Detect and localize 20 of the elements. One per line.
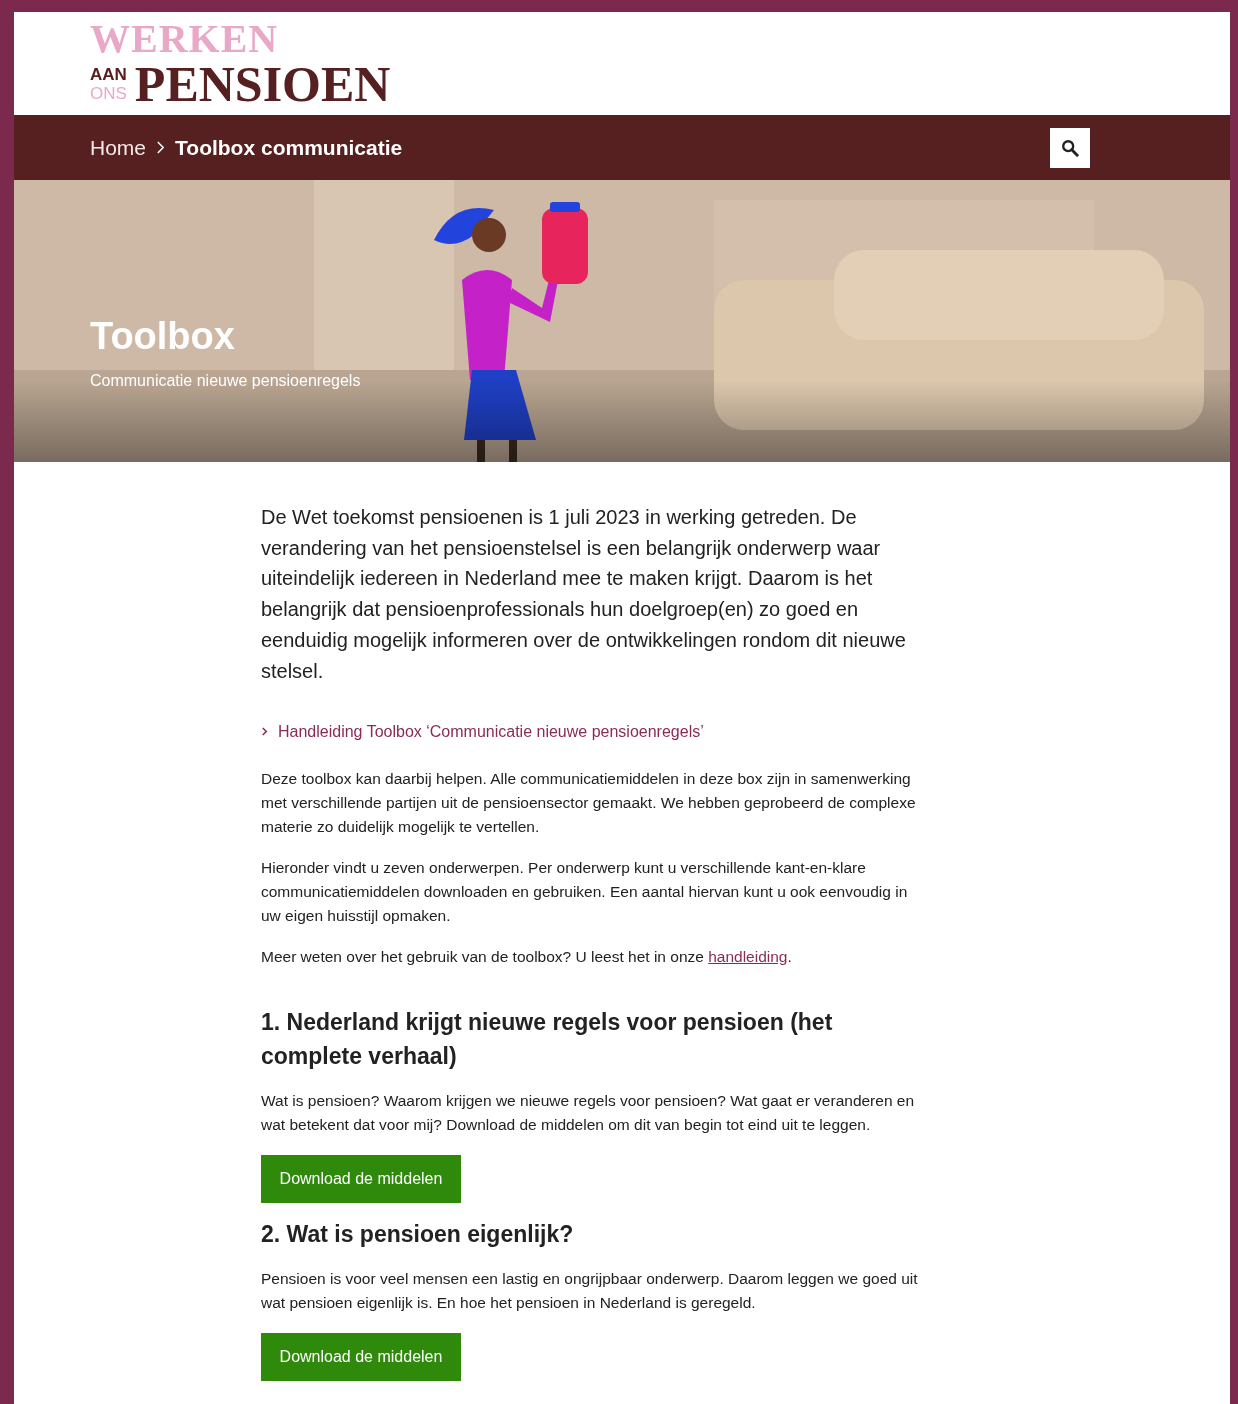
- topic-description: Pensioen is voor veel mensen een lastig en ongrijpbaar onderwerp. Daarom leggen we goed uit wat pensioen eigenlijk is. En hoe het pensioen in Nederland is geregeld.: [261, 1268, 919, 1313]
- chevron-icon: [261, 727, 268, 737]
- search-button[interactable]: [1050, 127, 1090, 168]
- breadcrumb-link[interactable]: Toolbox communicatie: [175, 135, 403, 160]
- search-icon: [1061, 138, 1079, 157]
- topic-heading: 2. Wat is pensioen eigenlijk?: [261, 1219, 575, 1249]
- paragraph: Meer weten over het gebruik van de toolbox? U leest het in onze handleiding.: [261, 946, 793, 967]
- page-title: Toolbox: [90, 315, 236, 358]
- paragraph: Deze toolbox kan daarbij helpen. Alle communicatiemiddelen in deze box zijn in samenwerking met verschillende partijen uit de pensioensector gemaakt. We hebben geprobeerd de complexe materie zo duidelijk mogelijk te vertellen.: [261, 768, 917, 837]
- download-button[interactable]: Download de middelen: [261, 1154, 461, 1203]
- intro-paragraph: De Wet toekomst pensioenen is 1 juli 2023 in werking getreden. De verandering van het pensioenstelsel is een belangrijk onderwerp waar uiteindelijk iedereen in Nederland mee te maken krijgt. Daarom is het belangrijk dat pensioenprofessionals hun doelgroep(en) zo goed en eenduidig mogelijk informeren over de ontwikkelingen rondom dit nieuwe stelsel.: [261, 505, 907, 684]
- manual-link[interactable]: handleiding: [708, 947, 788, 965]
- topic-heading: 1. Nederland krijgt nieuwe regels voor pensioen (het complete verhaal): [261, 1007, 834, 1071]
- page-subtitle: Communicatie nieuwe pensioenregels: [90, 372, 361, 390]
- download-button[interactable]: Download de middelen: [261, 1332, 461, 1381]
- topic-description: Wat is pensioen? Waarom krijgen we nieuwe regels voor pensioen? Wat gaat er veranderen en wat betekent dat voor mij? Download de middelen om dit van begin tot eind uit te leggen.: [261, 1090, 916, 1135]
- breadcrumb-link[interactable]: Home: [90, 135, 147, 160]
- paragraph: Hieronder vindt u zeven onderwerpen. Per onderwerp kunt u verschillende kant-en-klare communicatiemiddelen downloaden en gebruiken. Een aantal hiervan kunt u ook eenvoudig in uw eigen huisstijl opmaken.: [261, 857, 909, 926]
- guide-link[interactable]: Handleiding Toolbox ‘Communicatie nieuwe pensioenregels’: [261, 722, 704, 741]
- chevron-icon: [156, 140, 166, 155]
